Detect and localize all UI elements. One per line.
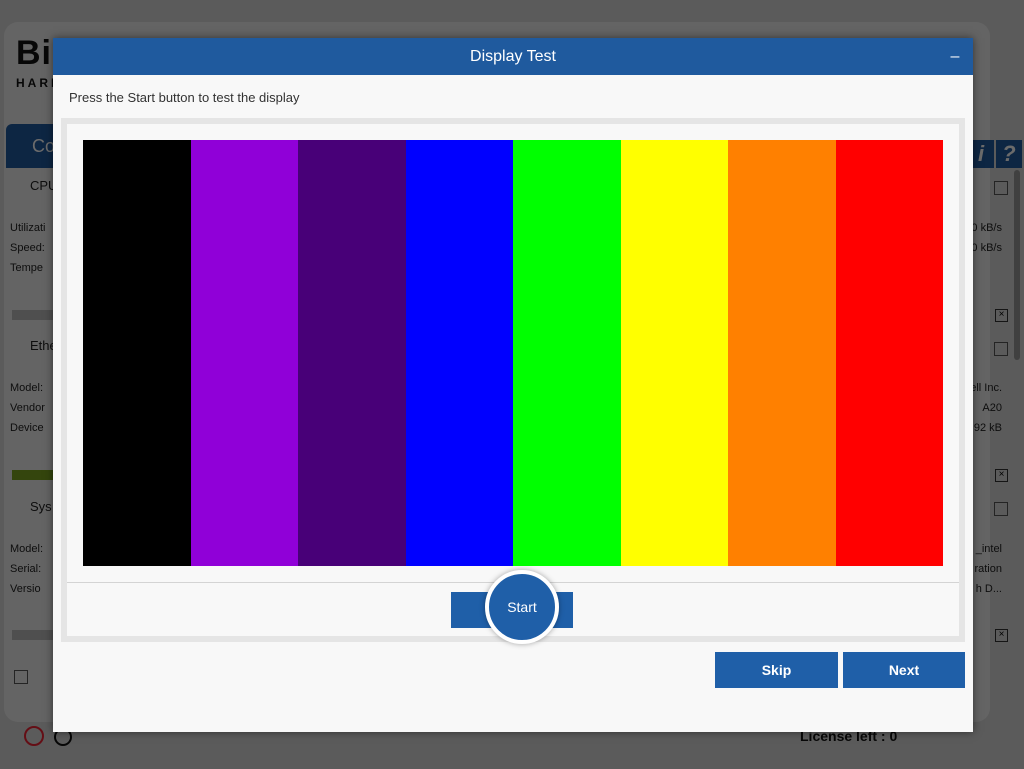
external-link-icon[interactable] [994,342,1008,356]
dialog-header: Display Test – [53,38,973,75]
section-title-system: Sys [30,499,52,514]
test-panel: Start [67,124,959,644]
close-icon[interactable]: × [995,629,1008,642]
color-stripe [83,140,191,566]
help-button[interactable]: ? [996,140,1022,168]
close-icon[interactable]: × [995,309,1008,322]
ethernet-bar [12,470,56,480]
scrollbar[interactable] [1014,170,1020,360]
system-bar [12,630,56,640]
info-buttons: i ? [968,140,1022,168]
power-icon[interactable] [24,726,44,746]
color-stripe [728,140,836,566]
dialog-instruction: Press the Start button to test the displ… [69,90,300,105]
color-stripe [620,140,728,566]
color-stripe [298,140,406,566]
external-link-icon[interactable] [994,502,1008,516]
divider [67,582,959,583]
color-bars [83,140,943,566]
minimize-button[interactable]: – [947,38,963,75]
test-area: Start [61,118,965,644]
color-stripe [405,140,513,566]
color-stripe [835,140,943,566]
skip-button[interactable]: Skip [715,652,838,688]
display-test-dialog: Display Test – Press the Start button to… [53,38,973,732]
external-link-icon[interactable] [994,181,1008,195]
cpu-bar [12,310,56,320]
next-button[interactable]: Next [843,652,965,688]
external-link-icon[interactable] [14,670,28,684]
color-stripe [190,140,298,566]
dialog-title: Display Test [470,48,556,65]
color-stripe [513,140,621,566]
close-icon[interactable]: × [995,469,1008,482]
start-button[interactable] [451,592,573,628]
